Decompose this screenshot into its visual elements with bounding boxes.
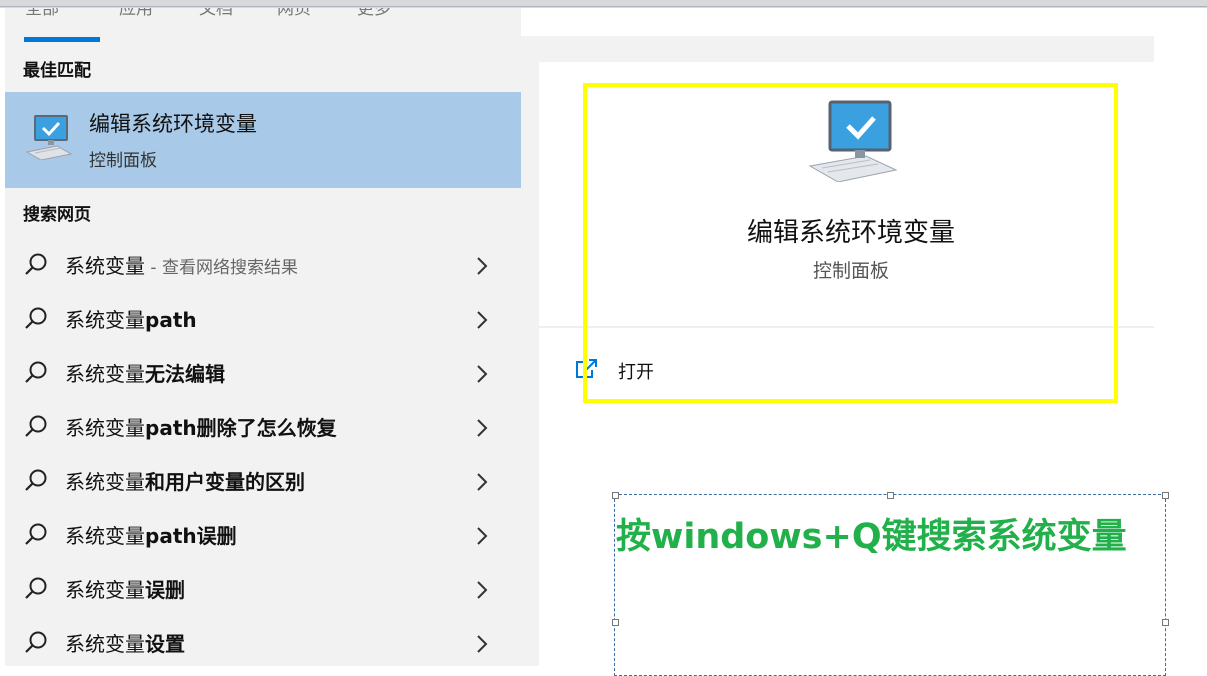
web-search-item[interactable]: 系统变量设置 — [5, 616, 521, 670]
query-completion: 无法编辑 — [145, 362, 225, 386]
web-search-query: 系统变量无法编辑 — [65, 358, 225, 387]
search-icon — [25, 631, 47, 653]
query-prefix: 系统变量 — [65, 254, 145, 278]
web-search-item[interactable]: 系统变量path — [5, 292, 521, 346]
search-icon — [25, 523, 47, 545]
web-search-query: 系统变量path删除了怎么恢复 — [65, 412, 337, 441]
web-search-query: 系统变量误删 — [65, 574, 185, 603]
tab-documents[interactable]: 文档 — [199, 8, 233, 19]
resize-handle[interactable] — [1162, 619, 1169, 626]
tab-more[interactable]: 更多 — [357, 8, 391, 19]
resize-handle[interactable] — [887, 492, 894, 499]
query-prefix: 系统变量 — [65, 416, 145, 440]
query-completion: path误删 — [145, 524, 237, 548]
search-icon — [25, 577, 47, 599]
search-icon — [25, 307, 47, 329]
search-icon — [25, 361, 47, 383]
tab-apps[interactable]: 应用 — [119, 8, 153, 19]
query-prefix: 系统变量 — [65, 470, 145, 494]
query-note: - 查看网络搜索结果 — [145, 258, 298, 278]
search-filter-tabs: 全部 应用 文档 网页 更多 — [5, 8, 521, 44]
search-icon — [25, 253, 47, 275]
query-completion: 设置 — [145, 632, 185, 656]
web-search-query: 系统变量和用户变量的区别 — [65, 466, 305, 495]
search-icon — [25, 415, 47, 437]
chevron-right-icon[interactable] — [475, 256, 489, 276]
web-search-query: 系统变量 - 查看网络搜索结果 — [65, 250, 298, 279]
web-search-item[interactable]: 系统变量无法编辑 — [5, 346, 521, 400]
window-top-edge — [0, 6, 1207, 7]
web-search-query: 系统变量设置 — [65, 628, 185, 657]
chevron-right-icon[interactable] — [475, 472, 489, 492]
query-prefix: 系统变量 — [65, 524, 145, 548]
tab-web[interactable]: 网页 — [277, 8, 311, 19]
best-match-result[interactable]: 编辑系统环境变量 控制面板 — [5, 92, 521, 188]
chevron-right-icon[interactable] — [475, 418, 489, 438]
active-tab-indicator — [24, 37, 100, 42]
query-prefix: 系统变量 — [65, 362, 145, 386]
query-prefix: 系统变量 — [65, 308, 145, 332]
resize-handle[interactable] — [612, 619, 619, 626]
query-completion: path — [145, 308, 197, 332]
query-completion: path删除了怎么恢复 — [145, 416, 337, 440]
web-search-item[interactable]: 系统变量和用户变量的区别 — [5, 454, 521, 508]
annotation-text: 按windows+Q键搜索系统变量 — [616, 517, 1127, 557]
web-search-item[interactable]: 系统变量 - 查看网络搜索结果 — [5, 238, 521, 292]
best-match-title: 编辑系统环境变量 — [89, 112, 257, 136]
chevron-right-icon[interactable] — [475, 310, 489, 330]
tab-all[interactable]: 全部 — [25, 8, 59, 19]
best-match-subtitle: 控制面板 — [89, 151, 157, 171]
query-prefix: 系统变量 — [65, 578, 145, 602]
web-search-heading: 搜索网页 — [23, 205, 91, 225]
query-completion: 误删 — [145, 578, 185, 602]
web-search-query: 系统变量path误删 — [65, 520, 237, 549]
query-prefix: 系统变量 — [65, 632, 145, 656]
chevron-right-icon[interactable] — [475, 364, 489, 384]
chevron-right-icon[interactable] — [475, 580, 489, 600]
web-search-query: 系统变量path — [65, 304, 197, 333]
chevron-right-icon[interactable] — [475, 526, 489, 546]
resize-handle[interactable] — [612, 492, 619, 499]
search-icon — [25, 469, 47, 491]
web-search-item[interactable]: 系统变量path删除了怎么恢复 — [5, 400, 521, 454]
query-completion: 和用户变量的区别 — [145, 470, 305, 494]
search-results-pane: 全部 应用 文档 网页 更多 最佳匹配 编辑系统环境变量 控制面板 搜索网页 系… — [5, 8, 521, 666]
web-search-item[interactable]: 系统变量误删 — [5, 562, 521, 616]
resize-handle[interactable] — [1162, 492, 1169, 499]
monitor-check-icon — [25, 115, 73, 160]
web-search-item[interactable]: 系统变量path误删 — [5, 508, 521, 562]
yellow-highlight-box — [583, 83, 1118, 403]
chevron-right-icon[interactable] — [475, 634, 489, 654]
best-match-heading: 最佳匹配 — [23, 61, 91, 81]
